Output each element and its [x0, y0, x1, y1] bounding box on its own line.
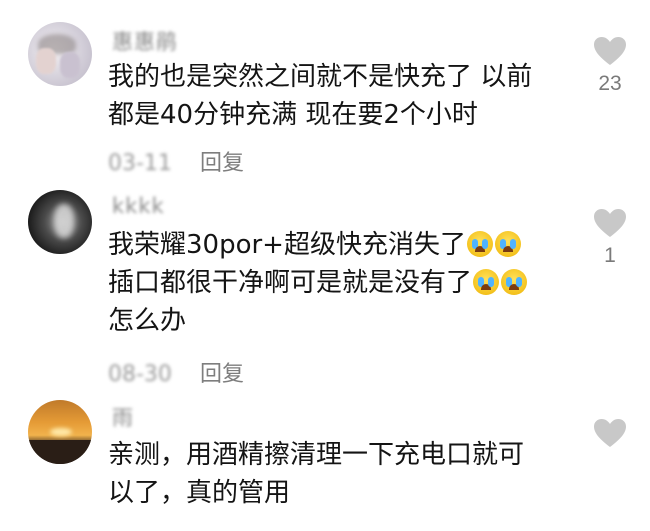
crying-emoji-icon [473, 269, 500, 295]
comment-line: 我荣耀30por+超级快充消失了 [108, 226, 528, 264]
like-count: 23 [598, 72, 622, 95]
comment-line: 我的也是突然之间就不是快充了 以前 [108, 62, 533, 92]
comment-line: 以了，真的管用 [108, 478, 291, 508]
comment-line-text: 插口都很干净啊可是就是没有了 [108, 268, 473, 298]
comment-text: 我荣耀30por+超级快充消失了 插口都很干净啊可是就是没有了 怎么办 [108, 226, 528, 340]
comment-line-text: 我荣耀30por+超级快充消失了 [108, 230, 466, 260]
heart-icon [594, 419, 626, 447]
like-button[interactable]: 23 [590, 36, 630, 96]
comment-date: 03-11 [108, 151, 172, 176]
comment-date: 08-30 [108, 362, 172, 387]
avatar[interactable] [28, 190, 92, 254]
comment-text: 亲测，用酒精擦清理一下充电口就可 以了，真的管用 [108, 436, 524, 512]
reply-button[interactable]: 回复 [200, 151, 244, 176]
username[interactable]: 惠惠鹃 [112, 26, 178, 56]
like-button[interactable] [590, 418, 630, 448]
crying-emoji-icon [494, 231, 521, 257]
crying-emoji-icon [501, 269, 528, 295]
username[interactable]: 雨 [112, 402, 134, 432]
comment-meta: 08-30 回复 [108, 356, 244, 388]
comment-line: 都是40分钟充满 现在要2个小时 [108, 100, 478, 130]
like-count: 1 [604, 244, 616, 267]
heart-icon [594, 209, 626, 237]
comment-text: 我的也是突然之间就不是快充了 以前 都是40分钟充满 现在要2个小时 [108, 58, 532, 134]
comment-meta: 03-11 回复 [108, 145, 244, 177]
reply-button[interactable]: 回复 [200, 362, 244, 387]
comment-line: 插口都很干净啊可是就是没有了 [108, 264, 528, 302]
like-button[interactable]: 1 [590, 208, 630, 268]
comment-line: 怎么办 [108, 306, 187, 336]
avatar[interactable] [28, 400, 92, 464]
comment-line: 亲测，用酒精擦清理一下充电口就可 [108, 440, 525, 470]
avatar[interactable] [28, 22, 92, 86]
crying-emoji-icon [466, 231, 493, 257]
username[interactable]: kkkk [112, 194, 165, 218]
heart-icon [594, 37, 626, 65]
